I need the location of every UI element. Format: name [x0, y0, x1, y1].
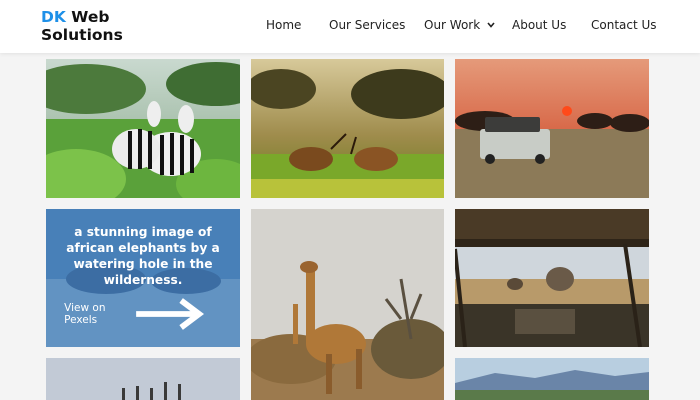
- flamingos-image: [46, 358, 240, 400]
- gallery-image-savanna[interactable]: [455, 358, 649, 400]
- safari-vehicle-image: [455, 209, 649, 347]
- nav-our-work[interactable]: Our Work: [424, 18, 495, 32]
- zebras-image: [46, 59, 240, 198]
- antelopes-image: [251, 59, 444, 198]
- gallery-image-giraffes[interactable]: [251, 209, 444, 400]
- gallery-image-flamingos[interactable]: [46, 358, 240, 400]
- gallery-image-safari-sunset[interactable]: [455, 59, 649, 198]
- giraffes-image: [251, 209, 444, 400]
- arrow-right-icon: [135, 298, 204, 330]
- nav-about-us[interactable]: About Us: [512, 18, 566, 32]
- image-caption: a stunning image of african elephants by…: [66, 225, 220, 287]
- safari-sunset-image: [455, 59, 649, 198]
- savanna-image: [455, 358, 649, 400]
- site-header: DK Web Solutions Home Our Services Our W…: [0, 0, 700, 53]
- gallery-image-elephants[interactable]: a stunning image of african elephants by…: [46, 209, 240, 347]
- chevron-down-icon: [487, 22, 495, 28]
- image-hover-overlay: a stunning image of african elephants by…: [46, 209, 240, 347]
- nav-our-services[interactable]: Our Services: [329, 18, 405, 32]
- view-on-pexels-label: View on Pexels: [64, 302, 106, 326]
- main-nav: Home Our Services Our Work About Us Cont…: [0, 0, 700, 53]
- nav-contact-us[interactable]: Contact Us: [591, 18, 657, 32]
- gallery-image-zebras[interactable]: [46, 59, 240, 198]
- nav-our-work-label: Our Work: [424, 18, 481, 32]
- nav-home[interactable]: Home: [266, 18, 301, 32]
- gallery-image-safari-vehicle[interactable]: [455, 209, 649, 347]
- gallery-image-antelopes[interactable]: [251, 59, 444, 198]
- view-on-pexels-link[interactable]: View on Pexels: [64, 296, 222, 332]
